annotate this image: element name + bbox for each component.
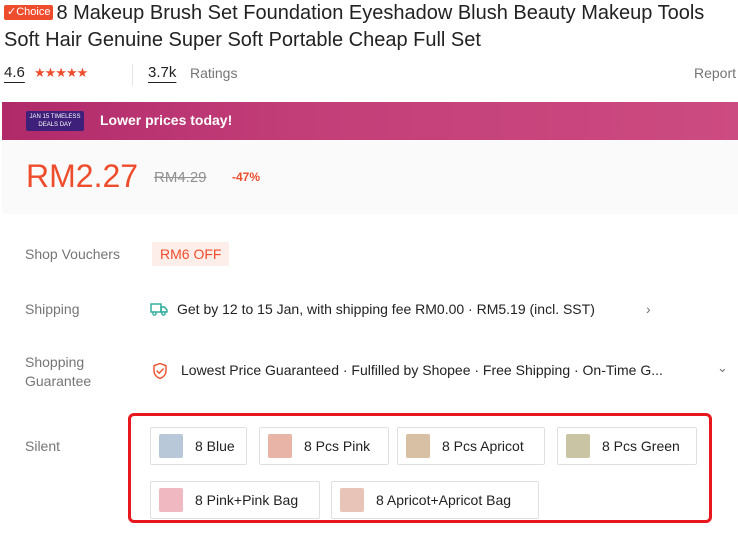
ratings-count[interactable]: 3.7k: [148, 64, 176, 81]
promo-text: Lower prices today!: [100, 112, 233, 128]
variation-label: Silent: [25, 438, 61, 454]
guarantee-label-line1: Shopping: [25, 354, 85, 370]
variation-option-8-pcs-pink[interactable]: 8 Pcs Pink: [259, 427, 389, 465]
product-title-text: 8 Makeup Brush Set Foundation Eyeshadow …: [4, 2, 705, 51]
variation-thumbnail: [268, 434, 292, 458]
rating-value[interactable]: 4.6: [4, 64, 25, 81]
rating-stars-icon: ★★★★★: [34, 65, 88, 80]
variation-option-8-pink-pink-bag[interactable]: 8 Pink+Pink Bag: [150, 481, 320, 519]
chevron-right-icon[interactable]: ›: [646, 301, 651, 317]
promo-logo: JAN 15 TIMELESS DEALS DAY: [26, 111, 84, 131]
chevron-down-icon[interactable]: ⌄: [717, 360, 728, 376]
shipping-text[interactable]: Get by 12 to 15 Jan, with shipping fee R…: [177, 301, 595, 317]
promo-banner: JAN 15 TIMELESS DEALS DAY Lower prices t…: [2, 102, 738, 140]
variation-option-8-apricot-apricot-bag[interactable]: 8 Apricot+Apricot Bag: [331, 481, 539, 519]
guarantee-label-line2: Guarantee: [25, 373, 92, 389]
ratings-row: 4.6 ★★★★★ 3.7k Ratings Report: [4, 64, 738, 90]
divider: [132, 64, 133, 86]
guarantee-text[interactable]: Lowest Price Guaranteed · Fulfilled by S…: [181, 362, 706, 378]
truck-icon: [150, 303, 168, 316]
variation-thumbnail: [566, 434, 590, 458]
variation-thumbnail: [159, 434, 183, 458]
discount-badge: -47%: [232, 170, 261, 184]
ratings-label: Ratings: [190, 65, 238, 81]
choice-badge: ✓Choice: [4, 5, 54, 20]
variation-option-8-pcs-green[interactable]: 8 Pcs Green: [557, 427, 697, 465]
voucher-tag[interactable]: RM6 OFF: [152, 242, 230, 266]
variation-thumbnail: [406, 434, 430, 458]
current-price: RM2.27: [26, 158, 139, 194]
price-section: RM2.27 RM4.29 -47%: [2, 140, 738, 214]
guarantee-label: Shopping Guarantee: [25, 353, 91, 391]
variation-thumbnail: [159, 488, 183, 512]
variation-option-8-blue[interactable]: 8 Blue: [150, 427, 247, 465]
vouchers-label: Shop Vouchers: [25, 246, 120, 262]
variation-option-8-pcs-apricot[interactable]: 8 Pcs Apricot: [397, 427, 545, 465]
report-link[interactable]: Report: [694, 65, 736, 81]
original-price: RM4.29: [154, 169, 207, 186]
product-title: ✓Choice 8 Makeup Brush Set Foundation Eye…: [4, 0, 738, 54]
variation-thumbnail: [340, 488, 364, 512]
shield-icon: [153, 362, 167, 380]
shipping-label: Shipping: [25, 301, 80, 317]
